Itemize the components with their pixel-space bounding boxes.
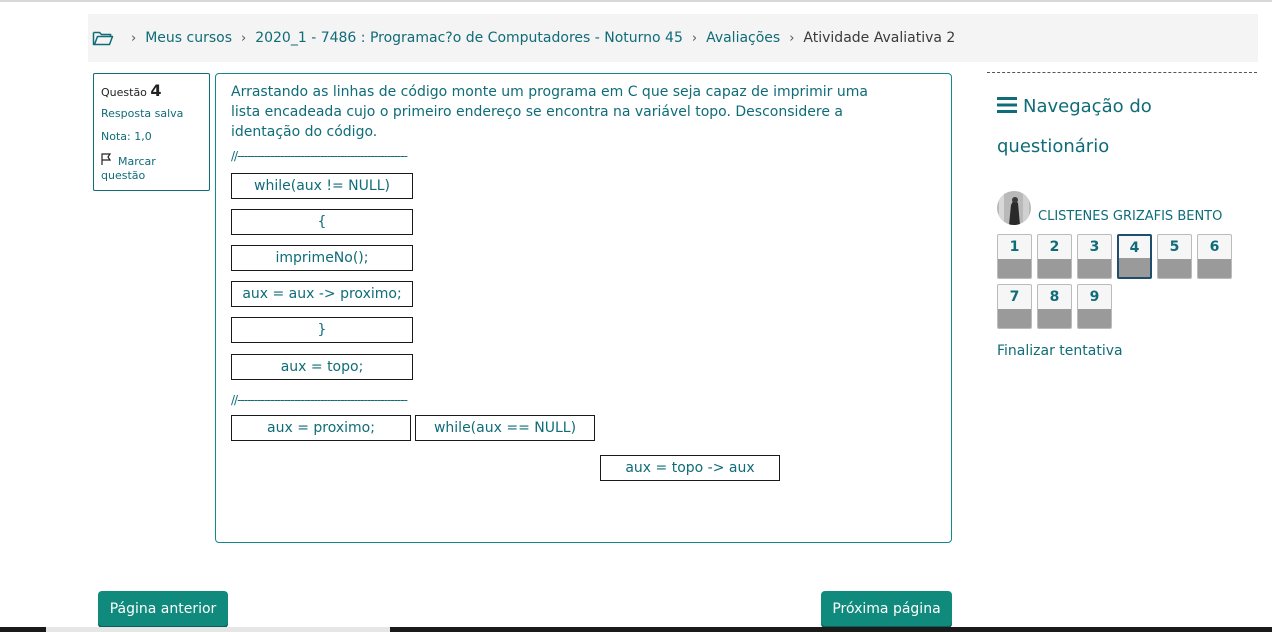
nav-question-number: 2: [1049, 239, 1060, 255]
option-chip-2[interactable]: while(aux == NULL): [415, 415, 595, 441]
breadcrumb-link-assessments[interactable]: Avaliações: [706, 30, 780, 46]
breadcrumb: › Meus cursos › 2020_1 - 7486 : Programa…: [88, 14, 1258, 62]
answered-indicator: [998, 259, 1031, 278]
nav-question-9[interactable]: 9: [1077, 284, 1112, 329]
user-name[interactable]: CLISTENES GRIZAFIS BENTO: [1038, 209, 1222, 224]
answer-line-6[interactable]: aux = topo;: [231, 354, 413, 380]
answer-line-4[interactable]: aux = aux -> proximo;: [231, 281, 413, 307]
hamburger-menu-icon[interactable]: [997, 88, 1017, 113]
question-number-heading: Questão 4: [101, 82, 202, 102]
nav-question-3[interactable]: 3: [1077, 234, 1112, 279]
nav-question-number: 6: [1209, 239, 1220, 255]
nav-question-number: 4: [1129, 240, 1140, 256]
nav-question-4-current[interactable]: 4: [1117, 234, 1152, 279]
chevron-right-icon: ›: [241, 30, 247, 46]
chevron-right-icon: ›: [789, 30, 795, 46]
answered-indicator: [1158, 259, 1191, 278]
breadcrumb-link-my-courses[interactable]: Meus cursos: [145, 30, 232, 46]
quiz-navigation-panel: Navegação do questionário CLISTENES GRIZ…: [987, 72, 1257, 359]
code-divider-top: //--------------------------------------…: [231, 149, 408, 163]
breadcrumb-link-course[interactable]: 2020_1 - 7486 : Programac?o de Computado…: [255, 30, 683, 46]
question-content: Arrastando as linhas de código monte um …: [215, 73, 952, 543]
nav-question-8[interactable]: 8: [1037, 284, 1072, 329]
question-info-box: Questão 4 Resposta salva Nota: 1,0 Marca…: [93, 73, 210, 191]
flag-icon: [101, 153, 112, 169]
answer-line-2[interactable]: {: [231, 209, 413, 235]
finish-attempt-link[interactable]: Finalizar tentativa: [997, 343, 1123, 359]
nav-question-number: 1: [1009, 239, 1020, 255]
top-border: [0, 0, 1272, 2]
flag-label: Marcar: [118, 155, 156, 168]
nav-question-6[interactable]: 6: [1197, 234, 1232, 279]
answer-line-1[interactable]: while(aux != NULL): [231, 173, 413, 199]
answer-line-3[interactable]: imprimeNo();: [231, 245, 413, 271]
quiz-navigation-label: Navegação do questionário: [997, 96, 1152, 157]
answered-indicator: [1119, 258, 1150, 277]
taskbar-strip: [0, 627, 1272, 632]
nav-question-2[interactable]: 2: [1037, 234, 1072, 279]
answered-indicator: [1078, 259, 1111, 278]
chevron-right-icon: ›: [691, 30, 698, 46]
nav-question-1[interactable]: 1: [997, 234, 1032, 279]
question-number: 4: [150, 81, 162, 100]
nav-question-number: 5: [1169, 239, 1180, 255]
code-divider-bottom: //--------------------------------------…: [231, 393, 408, 407]
question-status: Resposta salva: [101, 107, 184, 120]
chevron-right-icon: ›: [131, 30, 137, 46]
nav-question-number: 9: [1089, 289, 1100, 305]
answered-indicator: [1198, 259, 1231, 278]
quiz-navigation-title: Navegação do questionário: [997, 87, 1247, 167]
next-page-button[interactable]: Próxima página: [821, 591, 952, 626]
answer-line-5[interactable]: }: [231, 317, 413, 343]
answered-indicator: [1038, 309, 1071, 328]
question-label: Questão: [101, 86, 147, 99]
nav-question-7[interactable]: 7: [997, 284, 1032, 329]
taskbar-segment: [46, 627, 390, 632]
flag-question-button[interactable]: Marcar questão: [101, 153, 202, 183]
question-grade: Nota: 1,0: [101, 130, 152, 143]
option-chip-3[interactable]: aux = topo -> aux: [600, 455, 780, 481]
nav-question-5[interactable]: 5: [1157, 234, 1192, 279]
answered-indicator: [1078, 309, 1111, 328]
folder-open-icon[interactable]: [92, 29, 114, 47]
answered-indicator: [1038, 259, 1071, 278]
user-info: CLISTENES GRIZAFIS BENTO: [997, 191, 1257, 227]
nav-question-number: 7: [1009, 289, 1020, 305]
option-chip-1[interactable]: aux = proximo;: [231, 415, 411, 441]
question-text: Arrastando as linhas de código monte um …: [231, 84, 868, 140]
breadcrumb-current: Atividade Avaliativa 2: [803, 30, 956, 46]
nav-question-number: 3: [1089, 239, 1100, 255]
flag-label-cont: questão: [101, 169, 146, 182]
avatar[interactable]: [997, 191, 1031, 225]
answered-indicator: [998, 309, 1031, 328]
nav-question-number: 8: [1049, 289, 1060, 305]
previous-page-button[interactable]: Página anterior: [98, 591, 228, 626]
